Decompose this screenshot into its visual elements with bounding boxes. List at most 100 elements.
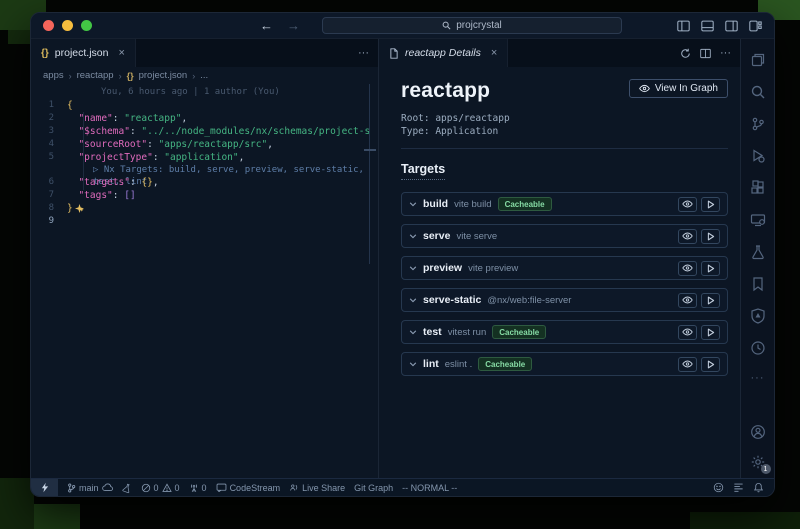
chevron-down-icon[interactable] bbox=[409, 200, 417, 208]
tab-reactapp-details[interactable]: reactapp Details × bbox=[379, 39, 508, 67]
target-name: build bbox=[423, 198, 448, 210]
target-row-preview[interactable]: previewvite preview bbox=[401, 256, 728, 280]
line-number: 3 bbox=[31, 125, 67, 138]
target-row-test[interactable]: testvitest runCacheable bbox=[401, 320, 728, 344]
status-bar: main 0 0 0 CodeStream Live Share Git Gra… bbox=[31, 478, 774, 496]
line-number: 2 bbox=[31, 112, 67, 125]
bookmarks-icon[interactable] bbox=[750, 276, 766, 292]
chevron-down-icon[interactable] bbox=[409, 232, 417, 240]
line-number: 6 bbox=[31, 176, 67, 189]
refresh-icon[interactable] bbox=[680, 48, 691, 59]
notifications-bell-icon[interactable] bbox=[753, 482, 764, 493]
git-graph-item[interactable]: Git Graph bbox=[354, 483, 393, 493]
nx-console-icon[interactable] bbox=[750, 308, 766, 324]
chevron-down-icon[interactable] bbox=[409, 360, 417, 368]
target-view-config-button[interactable] bbox=[678, 261, 697, 276]
settings-gear-icon[interactable]: 1 bbox=[750, 454, 766, 470]
target-command: vite serve bbox=[456, 231, 497, 242]
line-number: 1 bbox=[31, 99, 67, 112]
json-file-icon: {} bbox=[127, 71, 134, 81]
target-run-button[interactable] bbox=[701, 261, 720, 276]
close-window-button[interactable] bbox=[43, 20, 54, 31]
run-and-debug-icon[interactable] bbox=[750, 148, 766, 164]
split-editor-icon[interactable] bbox=[700, 48, 711, 59]
target-run-button[interactable] bbox=[701, 197, 720, 212]
accounts-icon[interactable] bbox=[750, 424, 766, 440]
more-views-icon[interactable]: ··· bbox=[751, 372, 765, 384]
wallpaper-block bbox=[690, 512, 800, 529]
close-tab-icon[interactable]: × bbox=[119, 47, 125, 59]
code-editor[interactable]: You, 6 hours ago | 1 author (You)1{2 "na… bbox=[31, 84, 378, 478]
code-line: 8} bbox=[31, 202, 378, 215]
problems-item[interactable]: 0 0 bbox=[141, 483, 180, 493]
target-view-config-button[interactable] bbox=[678, 229, 697, 244]
explorer-icon[interactable] bbox=[750, 52, 766, 68]
code-line-content: "$schema": "../../node_modules/nx/schema… bbox=[67, 125, 370, 138]
format-status-icon[interactable] bbox=[733, 482, 744, 493]
gitlens-icon[interactable] bbox=[750, 340, 766, 356]
target-view-config-button[interactable] bbox=[678, 293, 697, 308]
editor-actions-more-icon[interactable]: ··· bbox=[358, 47, 369, 59]
code-line-content: "tags": [] bbox=[67, 189, 136, 202]
toggle-secondary-sidebar-icon[interactable] bbox=[725, 20, 738, 32]
remote-indicator[interactable] bbox=[31, 479, 58, 496]
extensions-icon[interactable] bbox=[750, 180, 766, 196]
sash-handle[interactable] bbox=[364, 149, 376, 151]
breadcrumb-separator: › bbox=[192, 71, 195, 81]
nav-forward-icon[interactable]: → bbox=[287, 18, 300, 33]
search-icon[interactable] bbox=[750, 84, 766, 100]
cacheable-badge: Cacheable bbox=[478, 357, 532, 371]
target-run-button[interactable] bbox=[701, 357, 720, 372]
ports-item[interactable]: 0 bbox=[189, 483, 207, 493]
target-run-button[interactable] bbox=[701, 229, 720, 244]
breadcrumb-item[interactable]: project.json bbox=[139, 70, 188, 81]
target-command: eslint . bbox=[445, 359, 472, 370]
scrollbar-track[interactable] bbox=[369, 84, 370, 264]
maximize-window-button[interactable] bbox=[81, 20, 92, 31]
remote-bolt-icon bbox=[40, 482, 50, 493]
wallpaper-block bbox=[8, 30, 30, 44]
command-center-search[interactable]: projcrystal bbox=[322, 17, 622, 34]
live-share-label: Live Share bbox=[302, 483, 345, 493]
chevron-down-icon[interactable] bbox=[409, 264, 417, 272]
cacheable-badge: Cacheable bbox=[492, 325, 546, 339]
target-view-config-button[interactable] bbox=[678, 325, 697, 340]
target-view-config-button[interactable] bbox=[678, 197, 697, 212]
git-branch-item[interactable]: main bbox=[67, 483, 113, 493]
breadcrumb-item[interactable]: reactapp bbox=[77, 70, 114, 81]
codestream-item[interactable]: CodeStream bbox=[216, 483, 281, 493]
testing-flask-icon[interactable] bbox=[750, 244, 766, 260]
codestream-label: CodeStream bbox=[230, 483, 281, 493]
remote-explorer-icon[interactable] bbox=[750, 212, 766, 228]
target-row-serve[interactable]: servevite serve bbox=[401, 224, 728, 248]
ports-count: 0 bbox=[202, 483, 207, 493]
vim-mode-item[interactable]: -- NORMAL -- bbox=[402, 483, 457, 493]
live-share-item[interactable]: Live Share bbox=[289, 483, 345, 493]
target-row-lint[interactable]: linteslint .Cacheable bbox=[401, 352, 728, 376]
radio-tower-icon bbox=[189, 483, 199, 493]
breadcrumb-item[interactable]: apps bbox=[43, 70, 64, 81]
tab-project-json[interactable]: {} project.json × bbox=[31, 39, 136, 67]
chevron-down-icon[interactable] bbox=[409, 328, 417, 336]
tab-label: project.json bbox=[55, 47, 109, 59]
target-run-button[interactable] bbox=[701, 293, 720, 308]
target-name: preview bbox=[423, 262, 462, 274]
nx-run-status-item[interactable] bbox=[122, 483, 132, 493]
nav-back-icon[interactable]: ← bbox=[260, 18, 273, 33]
feedback-smiley-icon[interactable] bbox=[713, 482, 724, 493]
customize-layout-icon[interactable] bbox=[749, 20, 762, 32]
source-control-icon[interactable] bbox=[750, 116, 766, 132]
target-row-build[interactable]: buildvite buildCacheable bbox=[401, 192, 728, 216]
chevron-down-icon[interactable] bbox=[409, 296, 417, 304]
view-in-graph-button[interactable]: View In Graph bbox=[629, 79, 728, 98]
target-row-serve-static[interactable]: serve-static@nx/web:file-server bbox=[401, 288, 728, 312]
minimize-window-button[interactable] bbox=[62, 20, 73, 31]
target-view-config-button[interactable] bbox=[678, 357, 697, 372]
view-in-graph-label: View In Graph bbox=[655, 83, 718, 94]
toggle-panel-icon[interactable] bbox=[701, 20, 714, 32]
close-tab-icon[interactable]: × bbox=[491, 47, 497, 59]
toggle-sidebar-icon[interactable] bbox=[677, 20, 690, 32]
more-actions-icon[interactable]: ··· bbox=[720, 47, 731, 59]
breadcrumb-item[interactable]: ... bbox=[200, 70, 208, 81]
target-run-button[interactable] bbox=[701, 325, 720, 340]
